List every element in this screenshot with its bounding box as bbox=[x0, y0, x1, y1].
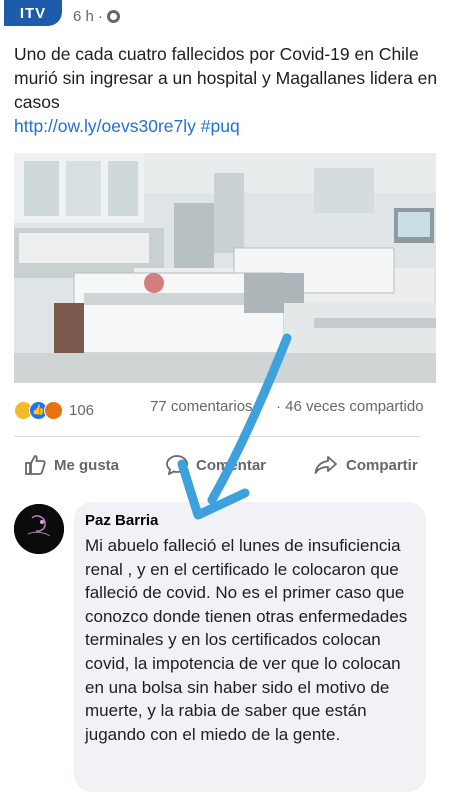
post-photo[interactable] bbox=[14, 153, 436, 383]
like-button[interactable]: Me gusta bbox=[24, 448, 119, 482]
angry-reaction-icon[interactable] bbox=[44, 400, 63, 420]
globe-icon bbox=[106, 10, 120, 23]
reaction-count[interactable]: 106 bbox=[69, 402, 94, 419]
comment-button[interactable]: Comentar bbox=[166, 448, 266, 482]
avatar-image bbox=[14, 504, 64, 554]
post-caption: Uno de cada cuatro fallecidos por Covid-… bbox=[14, 42, 442, 138]
caption-text: Uno de cada cuatro fallecidos por Covid-… bbox=[14, 44, 438, 112]
post-actions: Me gusta Comentar Compartir bbox=[14, 448, 440, 482]
post-header: ITV 6 h · bbox=[0, 0, 450, 36]
like-label: Me gusta bbox=[54, 456, 120, 474]
screenshot-frame: ITV 6 h · Uno de cada cuatro fallecidos … bbox=[0, 0, 450, 800]
comment-text: Mi abuelo falleció el lunes de insuficie… bbox=[85, 536, 408, 744]
page-logo[interactable]: ITV bbox=[4, 0, 62, 26]
share-label: Compartir bbox=[346, 456, 418, 474]
thumbs-up-icon bbox=[25, 455, 46, 475]
hospital-room-image bbox=[14, 153, 436, 383]
reactions-row: 👍 106 77 comentarios · 46 veces comparti… bbox=[14, 398, 440, 422]
post-link[interactable]: http://ow.ly/oevs30re7ly #puq bbox=[14, 116, 240, 136]
comment-icon bbox=[166, 455, 188, 475]
separator-dot: · bbox=[97, 8, 103, 25]
share-arrow-icon bbox=[314, 456, 337, 474]
post-meta: 6 h · bbox=[73, 8, 120, 25]
comment-count[interactable]: 77 comentarios bbox=[150, 398, 253, 415]
share-count[interactable]: · 46 veces compartido bbox=[276, 398, 424, 415]
post-time[interactable]: 6 h bbox=[73, 8, 94, 25]
comment-label: Comentar bbox=[196, 456, 267, 474]
commenter-name[interactable]: Paz Barria bbox=[85, 512, 158, 529]
share-button[interactable]: Compartir bbox=[314, 448, 418, 482]
divider bbox=[14, 436, 420, 437]
avatar[interactable] bbox=[14, 504, 64, 554]
